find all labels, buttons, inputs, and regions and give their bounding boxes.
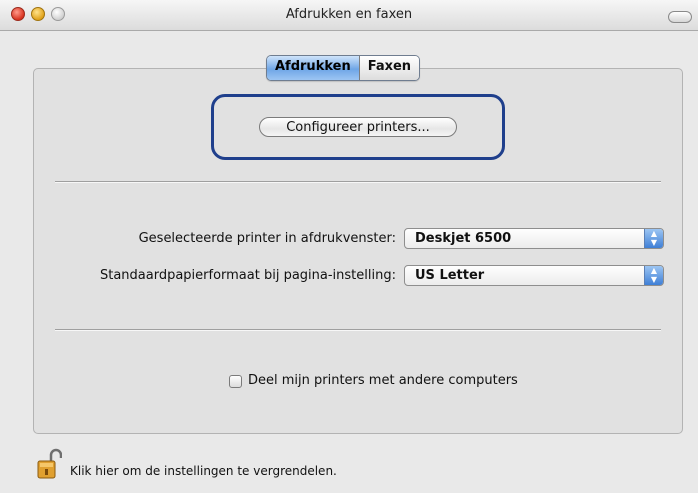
paper-size-label: Standaardpapierformaat bij pagina-instel… bbox=[99, 268, 396, 283]
toolbar-toggle-button[interactable] bbox=[668, 11, 692, 23]
tab-faxen[interactable]: Faxen bbox=[358, 56, 420, 80]
lock-settings-label[interactable]: Klik hier om de instellingen te vergrend… bbox=[70, 464, 337, 478]
separator bbox=[55, 329, 661, 331]
selected-printer-popup[interactable]: Deskjet 6500 ▲ ▼ bbox=[404, 228, 664, 249]
selected-printer-value: Deskjet 6500 bbox=[415, 231, 512, 246]
configure-printers-button[interactable]: Configureer printers... bbox=[259, 117, 457, 137]
window-title: Afdrukken en faxen bbox=[285, 7, 413, 22]
popup-arrows-icon: ▲ ▼ bbox=[644, 266, 663, 285]
preferences-window: Afdrukken en faxen Afdrukken Faxen Confi… bbox=[0, 0, 698, 493]
tab-bar: Afdrukken Faxen bbox=[266, 55, 421, 81]
paper-size-value: US Letter bbox=[415, 268, 485, 283]
popup-arrows-icon: ▲ ▼ bbox=[644, 229, 663, 248]
title-bar[interactable]: Afdrukken en faxen bbox=[0, 0, 698, 31]
unlocked-padlock-icon[interactable] bbox=[36, 447, 62, 481]
paper-size-popup[interactable]: US Letter ▲ ▼ bbox=[404, 265, 664, 286]
separator bbox=[55, 181, 661, 183]
share-printers-label[interactable]: Deel mijn printers met andere computers bbox=[248, 373, 518, 388]
selected-printer-label: Geselecteerde printer in afdrukvenster: bbox=[138, 231, 396, 246]
share-printers-checkbox[interactable] bbox=[229, 375, 242, 388]
tab-afdrukken[interactable]: Afdrukken bbox=[267, 56, 359, 80]
